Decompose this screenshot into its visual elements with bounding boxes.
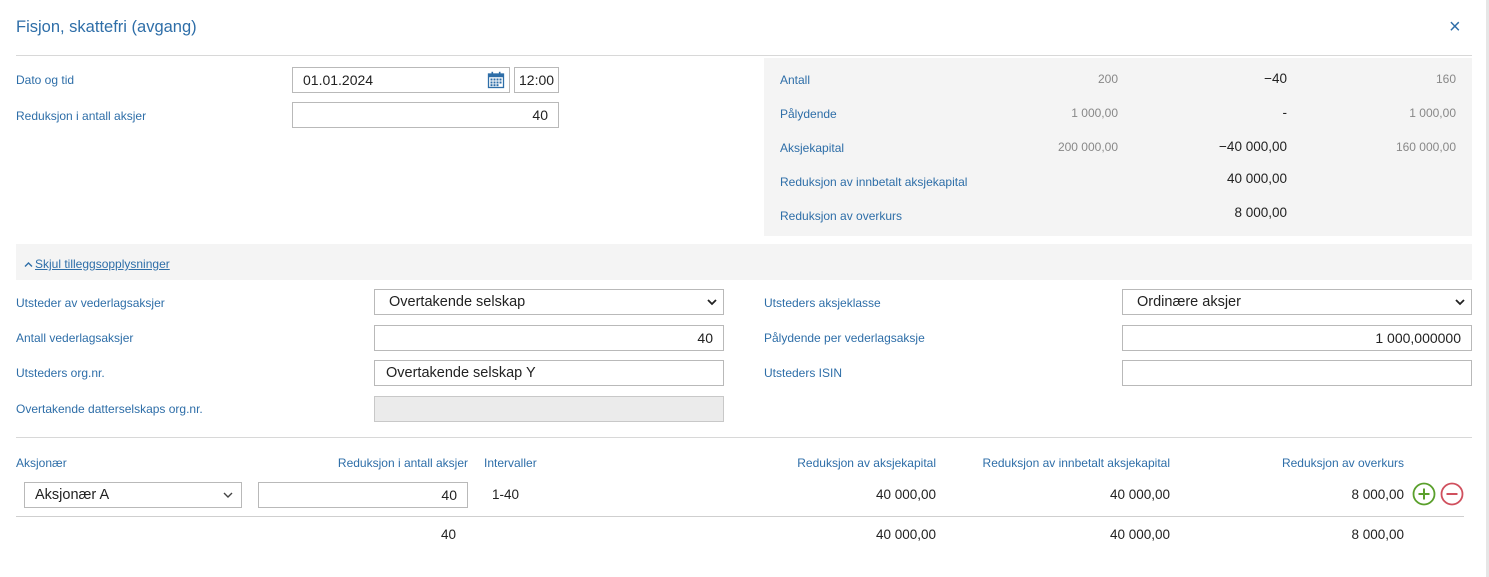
issuer-orgnr-input[interactable]: Overtakende selskap Y [374,360,724,386]
par-value-label: Pålydende per vederlagsaksje [764,331,925,345]
shareholder-value: Aksjonær A [35,487,110,503]
close-icon[interactable]: × [1449,16,1461,39]
remove-circle-icon[interactable] [1440,482,1464,511]
col-header-paid-in: Reduksjon av innbetalt aksjekapital [982,456,1170,470]
issuer-label: Utsteder av vederlagsaksjer [16,296,165,310]
summary-panel: Antall 200 −40 160 Pålydende 1 000,00 - … [764,58,1472,236]
total-premium: 8 000,00 [1351,527,1404,542]
summary-label-palydende: Pålydende [780,107,837,121]
toggle-label: Skjul tilleggsopplysninger [35,257,170,271]
date-value: 01.01.2024 [303,72,374,88]
summary-after-antall: 160 [1435,72,1456,86]
col-header-shareholder: Aksjonær [16,456,67,470]
summary-after-palydende: 1 000,00 [1409,106,1456,120]
summary-label-overkurs: Reduksjon av overkurs [780,209,903,223]
summary-label-innbetalt: Reduksjon av innbetalt aksjekapital [780,175,968,189]
chevron-down-icon [1455,298,1465,306]
summary-change-palydende: - [1282,105,1288,120]
isin-input[interactable] [1122,360,1472,386]
chevron-down-icon [707,298,717,306]
totals-divider [16,516,1464,517]
summary-change-innbetalt: 40 000,00 [1226,171,1287,186]
time-input[interactable]: 12:00 [514,67,559,93]
summary-after-aksjekapital: 160 000,00 [1395,140,1456,154]
chevron-down-icon [223,491,233,499]
summary-change-antall: −40 [1264,71,1287,86]
consideration-count-label: Antall vederlagsaksjer [16,331,134,345]
dialog-title: Fisjon, skattefri (avgang) [16,18,197,36]
calendar-icon[interactable] [487,71,505,92]
col-header-capital: Reduksjon av aksjekapital [797,456,936,470]
additional-toggle[interactable]: Skjul tilleggsopplysninger [24,255,170,273]
shareholder-capital: 40 000,00 [875,487,936,502]
col-header-intervals: Intervaller [484,456,537,470]
total-reduction: 40 [440,527,456,542]
summary-change-aksjekapital: −40 000,00 [1219,139,1287,154]
share-class-value: Ordinære aksjer [1137,294,1241,310]
summary-before-palydende: 1 000,00 [1071,106,1118,120]
issuer-orgnr-label: Utsteders org.nr. [16,366,105,380]
consideration-count-input[interactable]: 40 [374,325,724,351]
issuer-value: Overtakende selskap [389,294,526,310]
share-class-label: Utsteders aksjeklasse [764,296,881,310]
add-circle-icon[interactable] [1412,482,1436,511]
summary-label-aksjekapital: Aksjekapital [780,141,845,155]
date-label: Dato og tid [16,73,75,87]
shareholder-paid-in: 40 000,00 [1109,487,1170,502]
total-capital: 40 000,00 [875,527,936,542]
shareholder-premium: 8 000,00 [1351,487,1404,502]
reduction-label: Reduksjon i antall aksjer [16,109,147,123]
chevron-up-icon [24,255,33,273]
additional-toggle-bar [16,244,1472,280]
col-header-reduction: Reduksjon i antall aksjer [337,456,468,470]
shareholder-reduction-input[interactable]: 40 [258,482,468,508]
isin-label: Utsteders ISIN [764,366,843,380]
reduction-input[interactable]: 40 [292,102,559,128]
header-divider [16,55,1472,56]
summary-before-aksjekapital: 200 000,00 [1057,140,1118,154]
subsidiary-orgnr-label: Overtakende datterselskaps org.nr. [16,402,203,416]
subsidiary-orgnr-input [374,396,724,422]
section-divider [16,437,1472,438]
total-paid-in: 40 000,00 [1109,527,1170,542]
shareholder-select[interactable]: Aksjonær A [24,482,242,508]
share-class-select[interactable]: Ordinære aksjer [1122,289,1472,315]
col-header-premium: Reduksjon av overkurs [1281,456,1404,470]
par-value-input[interactable]: 1 000,000000 [1122,325,1472,351]
summary-before-antall: 200 [1097,72,1118,86]
shareholder-intervals: 1-40 [492,487,520,502]
summary-change-overkurs: 8 000,00 [1234,205,1287,220]
summary-label-antall: Antall [780,73,811,87]
issuer-select[interactable]: Overtakende selskap [374,289,724,315]
date-input[interactable]: 01.01.2024 [292,67,510,93]
